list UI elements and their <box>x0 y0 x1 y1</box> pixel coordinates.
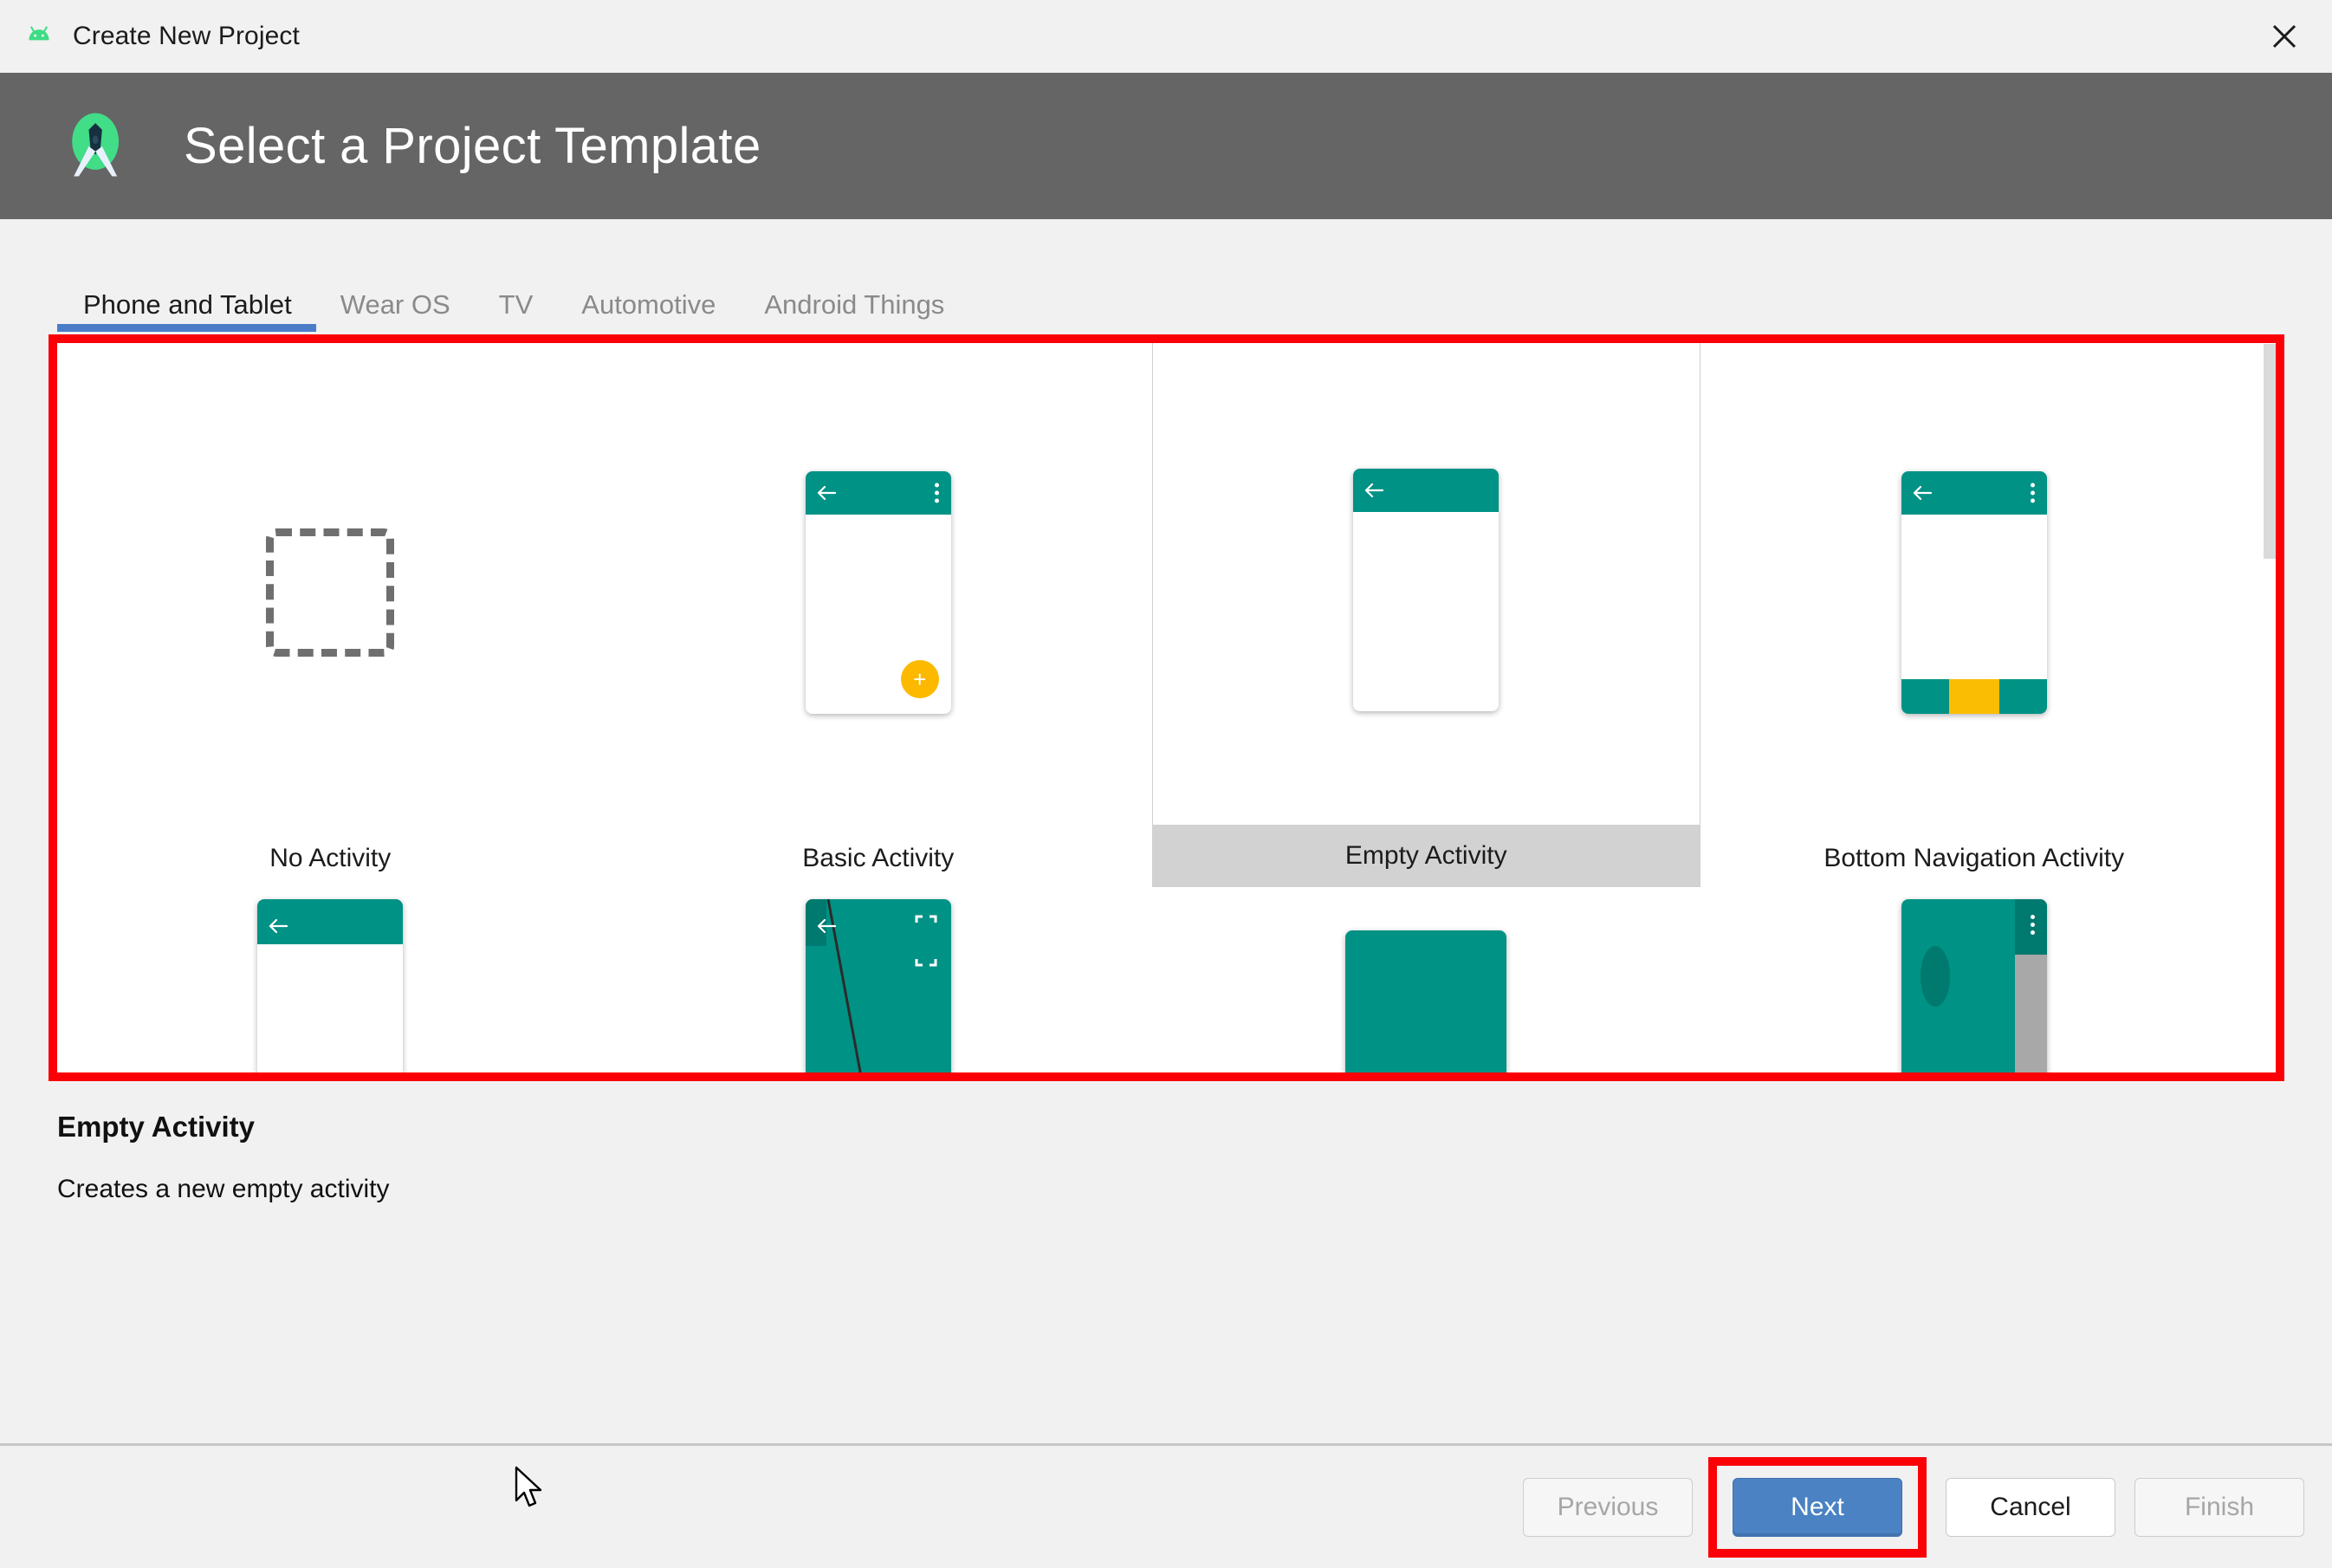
cancel-button[interactable]: Cancel <box>1946 1477 2115 1537</box>
overflow-menu-icon <box>2030 915 2035 935</box>
back-arrow-icon <box>817 918 836 934</box>
wizard-banner: Select a Project Template <box>0 73 2332 219</box>
bottom-navigation-bar <box>1901 679 2047 714</box>
template-description-text: Creates a new empty activity <box>57 1175 390 1203</box>
template-grid-row-2 <box>56 887 2249 1073</box>
template-thumbnail: + <box>605 343 1153 830</box>
close-button[interactable] <box>2237 0 2332 73</box>
page-title: Select a Project Template <box>184 118 761 174</box>
app-bar <box>805 471 951 515</box>
app-bar <box>1353 469 1500 512</box>
tab-android-things[interactable]: Android Things <box>740 268 968 332</box>
app-content <box>1353 512 1500 711</box>
tab-label: Phone and Tablet <box>83 289 292 320</box>
dashed-square-icon <box>266 528 395 657</box>
template-label: Empty Activity <box>1153 825 1700 887</box>
dialog-footer: Previous Next Cancel Finish <box>0 1443 2332 1568</box>
app-content <box>1901 515 2047 714</box>
finish-button[interactable]: Finish <box>2134 1477 2304 1537</box>
template-card-empty-activity[interactable]: Empty Activity <box>1152 343 1700 887</box>
template-description-title: Empty Activity <box>57 1111 256 1143</box>
next-button[interactable]: Next <box>1733 1477 1902 1537</box>
scrollbar-thumb[interactable] <box>2264 344 2278 559</box>
template-card-row2-1[interactable] <box>56 887 605 1073</box>
app-content: + <box>805 515 951 714</box>
floating-action-button-icon: + <box>900 660 939 698</box>
android-studio-logo-icon <box>72 113 120 177</box>
previous-button[interactable]: Previous <box>1523 1477 1693 1537</box>
phone-mock <box>1901 471 2047 714</box>
close-icon <box>2272 24 2296 49</box>
back-arrow-icon <box>269 918 288 934</box>
phone-mock <box>1353 469 1500 711</box>
tab-label: Wear OS <box>340 289 450 320</box>
template-card-bottom-navigation-activity[interactable]: Bottom Navigation Activity <box>1700 343 2249 887</box>
template-description: Empty Activity Creates a new empty activ… <box>57 1111 2332 1204</box>
content-placeholder <box>1345 946 1413 960</box>
template-thumbnail <box>1700 343 2249 830</box>
template-card-no-activity[interactable]: No Activity <box>56 343 605 887</box>
title-bar: Create New Project <box>0 0 2332 73</box>
create-new-project-dialog: Create New Project Select a Project Temp… <box>0 0 2332 1568</box>
phone-mock <box>1345 930 1507 1073</box>
tab-automotive[interactable]: Automotive <box>557 268 740 332</box>
back-arrow-icon <box>1913 485 1932 501</box>
annotation-highlight-next-button: Next <box>1708 1456 1927 1558</box>
template-card-row2-4[interactable] <box>1700 887 2249 1073</box>
template-grid-row-1: No Activity + Basic Activity Empty Activ… <box>56 343 2248 887</box>
template-grid-wrapper: No Activity + Basic Activity Empty Activ… <box>0 334 2332 1081</box>
overflow-menu-icon <box>2030 483 2035 503</box>
dialog-body: Phone and Tablet Wear OS TV Automotive A… <box>0 219 2332 1568</box>
detail-pane <box>2014 955 2047 1073</box>
phone-mock: + <box>805 471 951 714</box>
phone-mock <box>257 899 404 1073</box>
template-thumbnail <box>56 343 605 830</box>
template-card-row2-2[interactable] <box>605 887 1153 1073</box>
tab-wear-os[interactable]: Wear OS <box>316 268 475 332</box>
app-bar <box>1901 471 2047 515</box>
fullscreen-collapse-icon <box>915 959 937 967</box>
fullscreen-expand-icon <box>915 915 937 923</box>
overflow-menu-icon <box>934 483 939 503</box>
back-arrow-icon <box>817 485 836 501</box>
phone-mock <box>1901 899 2047 1073</box>
back-arrow-icon <box>1365 483 1384 498</box>
tab-label: Android Things <box>764 289 945 320</box>
android-robot-icon <box>29 26 49 41</box>
category-tabs: Phone and Tablet Wear OS TV Automotive A… <box>57 268 2332 332</box>
template-label: Basic Activity <box>802 844 955 872</box>
template-label: Bottom Navigation Activity <box>1823 844 2125 872</box>
template-grid[interactable]: No Activity + Basic Activity Empty Activ… <box>55 342 2282 1074</box>
tab-tv[interactable]: TV <box>475 268 558 332</box>
avatar-placeholder <box>1920 946 1950 1007</box>
template-label: No Activity <box>269 844 392 872</box>
tab-phone-and-tablet[interactable]: Phone and Tablet <box>57 268 316 332</box>
drawer-item <box>1345 930 1387 946</box>
phone-mock <box>805 899 951 1073</box>
tab-label: Automotive <box>581 289 716 320</box>
tab-label: TV <box>498 289 534 320</box>
template-thumbnail <box>1153 343 1700 825</box>
template-card-row2-3[interactable] <box>1152 887 1700 1073</box>
template-card-basic-activity[interactable]: + Basic Activity <box>604 343 1153 887</box>
template-grid-scrollbar[interactable] <box>2261 344 2280 1072</box>
window-title: Create New Project <box>73 22 300 50</box>
